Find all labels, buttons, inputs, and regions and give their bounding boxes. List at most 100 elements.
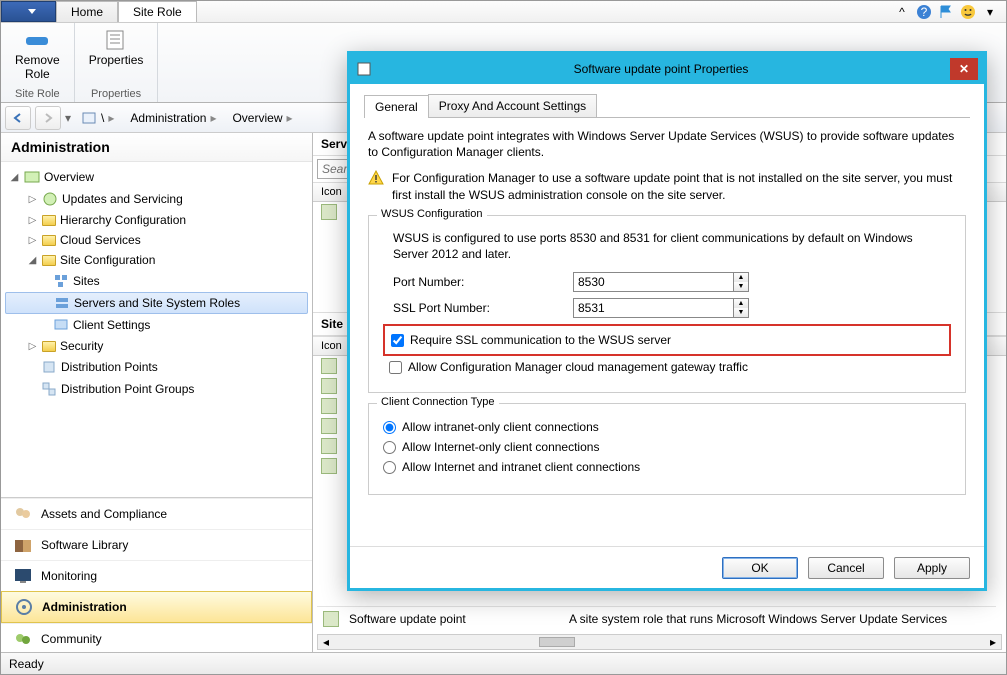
administration-icon	[14, 598, 34, 616]
remove-role-label: Remove Role	[15, 53, 60, 81]
sites-icon	[53, 273, 69, 289]
breadcrumb-root-label: \	[101, 111, 104, 125]
tree-overview[interactable]: ◢ Overview	[1, 166, 312, 188]
tree-updates-servicing[interactable]: ▷ Updates and Servicing	[1, 188, 312, 210]
breadcrumb-dropdown-icon[interactable]: ▾	[65, 111, 71, 125]
section-assets[interactable]: Assets and Compliance	[1, 498, 312, 529]
horizontal-scrollbar[interactable]: ◂ ▸	[317, 634, 1002, 650]
role-name: Software update point	[349, 612, 559, 626]
dpg-icon	[41, 381, 57, 397]
port-up[interactable]: ▲	[734, 273, 748, 282]
cancel-button[interactable]: Cancel	[808, 557, 884, 579]
ssl-port-up[interactable]: ▲	[734, 299, 748, 308]
tree-hierarchy[interactable]: ▷ Hierarchy Configuration	[1, 210, 312, 230]
section-software[interactable]: Software Library	[1, 529, 312, 560]
expand-icon[interactable]: ▷	[27, 341, 38, 352]
tree-client-settings[interactable]: Client Settings	[1, 314, 312, 336]
role-icon	[321, 418, 337, 434]
require-ssl-label: Require SSL communication to the WSUS se…	[410, 333, 671, 347]
section-label: Community	[41, 632, 102, 646]
close-button[interactable]: ✕	[950, 58, 978, 80]
port-input[interactable]	[573, 272, 733, 292]
scroll-right-icon[interactable]: ▸	[985, 635, 1001, 649]
expand-icon[interactable]: ▷	[27, 194, 38, 205]
tab-site-role[interactable]: Site Role	[118, 1, 197, 22]
tree-distribution-point-groups[interactable]: Distribution Point Groups	[1, 378, 312, 400]
radio-internet[interactable]	[383, 441, 396, 454]
tab-general-label: General	[375, 100, 418, 114]
scroll-left-icon[interactable]: ◂	[318, 635, 334, 649]
role-icon	[321, 438, 337, 454]
tree-label: Sites	[73, 274, 100, 288]
tree-sites[interactable]: Sites	[1, 270, 312, 292]
remove-role-button[interactable]: Remove Role	[11, 27, 64, 83]
ssl-port-label: SSL Port Number:	[393, 301, 573, 315]
tree-label: Client Settings	[73, 318, 150, 332]
breadcrumb-administration[interactable]: Administration ▸	[124, 109, 222, 127]
dp-icon	[41, 359, 57, 375]
section-label: Monitoring	[41, 569, 97, 583]
port-down[interactable]: ▼	[734, 282, 748, 291]
tab-site-role-label: Site Role	[133, 5, 182, 19]
forward-button[interactable]	[35, 106, 61, 130]
section-administration[interactable]: Administration	[1, 591, 312, 623]
breadcrumb-overview[interactable]: Overview ▸	[226, 109, 298, 127]
wsus-legend: WSUS Configuration	[377, 208, 487, 220]
smiley-icon[interactable]	[960, 4, 976, 20]
tree-label: Hierarchy Configuration	[60, 213, 186, 227]
breadcrumb-root[interactable]: \ ▸	[75, 108, 120, 128]
tree-distribution-points[interactable]: Distribution Points	[1, 356, 312, 378]
help-icon[interactable]: ?	[916, 4, 932, 20]
tree-label: Distribution Point Groups	[61, 382, 194, 396]
tab-home[interactable]: Home	[56, 1, 118, 22]
folder-icon	[42, 255, 56, 266]
tree-label: Cloud Services	[60, 233, 141, 247]
client-connection-fieldset: Client Connection Type Allow intranet-on…	[368, 403, 966, 495]
radio-both[interactable]	[383, 461, 396, 474]
expand-icon[interactable]: ▷	[27, 235, 38, 246]
back-button[interactable]	[5, 106, 31, 130]
tree-label: Site Configuration	[60, 253, 155, 267]
properties-button[interactable]: Properties	[85, 27, 148, 69]
dialog-title: Software update point Properties	[372, 62, 950, 76]
chevron-right-icon: ▸	[286, 111, 292, 125]
overview-icon	[24, 169, 40, 185]
role-icon	[321, 458, 337, 474]
collapse-icon[interactable]: ◢	[27, 255, 38, 266]
apply-label: Apply	[917, 561, 947, 575]
role-icon	[321, 358, 337, 374]
status-text: Ready	[9, 657, 44, 671]
tree-security[interactable]: ▷ Security	[1, 336, 312, 356]
ok-label: OK	[751, 561, 768, 575]
flag-icon[interactable]	[938, 4, 954, 20]
breadcrumb-overview-label: Overview	[232, 111, 282, 125]
tab-proxy-label: Proxy And Account Settings	[439, 99, 586, 113]
apply-button[interactable]: Apply	[894, 557, 970, 579]
radio-internet-label: Allow Internet-only client connections	[402, 440, 599, 454]
collapse-icon[interactable]: ◢	[9, 172, 20, 183]
chevron-right-icon: ▸	[210, 111, 216, 125]
radio-intranet[interactable]	[383, 421, 396, 434]
community-icon	[13, 630, 33, 648]
tab-home-label: Home	[71, 5, 103, 19]
tree-servers-roles[interactable]: Servers and Site System Roles	[5, 292, 308, 314]
section-community[interactable]: Community	[1, 623, 312, 654]
require-ssl-highlight: Require SSL communication to the WSUS se…	[383, 324, 951, 356]
tree-label: Updates and Servicing	[62, 192, 183, 206]
section-monitoring[interactable]: Monitoring	[1, 560, 312, 591]
app-menu-button[interactable]	[1, 1, 56, 22]
section-label: Software Library	[41, 538, 128, 552]
dropdown-icon[interactable]: ▾	[982, 4, 998, 20]
tree-site-configuration[interactable]: ◢ Site Configuration	[1, 250, 312, 270]
allow-cmg-checkbox[interactable]	[389, 361, 402, 374]
tree-cloud-services[interactable]: ▷ Cloud Services	[1, 230, 312, 250]
require-ssl-checkbox[interactable]	[391, 334, 404, 347]
ssl-port-down[interactable]: ▼	[734, 308, 748, 317]
chevron-up-icon[interactable]: ^	[894, 4, 910, 20]
scroll-thumb[interactable]	[539, 637, 575, 647]
expand-icon[interactable]: ▷	[27, 215, 38, 226]
ssl-port-input[interactable]	[573, 298, 733, 318]
tab-proxy[interactable]: Proxy And Account Settings	[428, 94, 597, 117]
ok-button[interactable]: OK	[722, 557, 798, 579]
tab-general[interactable]: General	[364, 95, 429, 118]
